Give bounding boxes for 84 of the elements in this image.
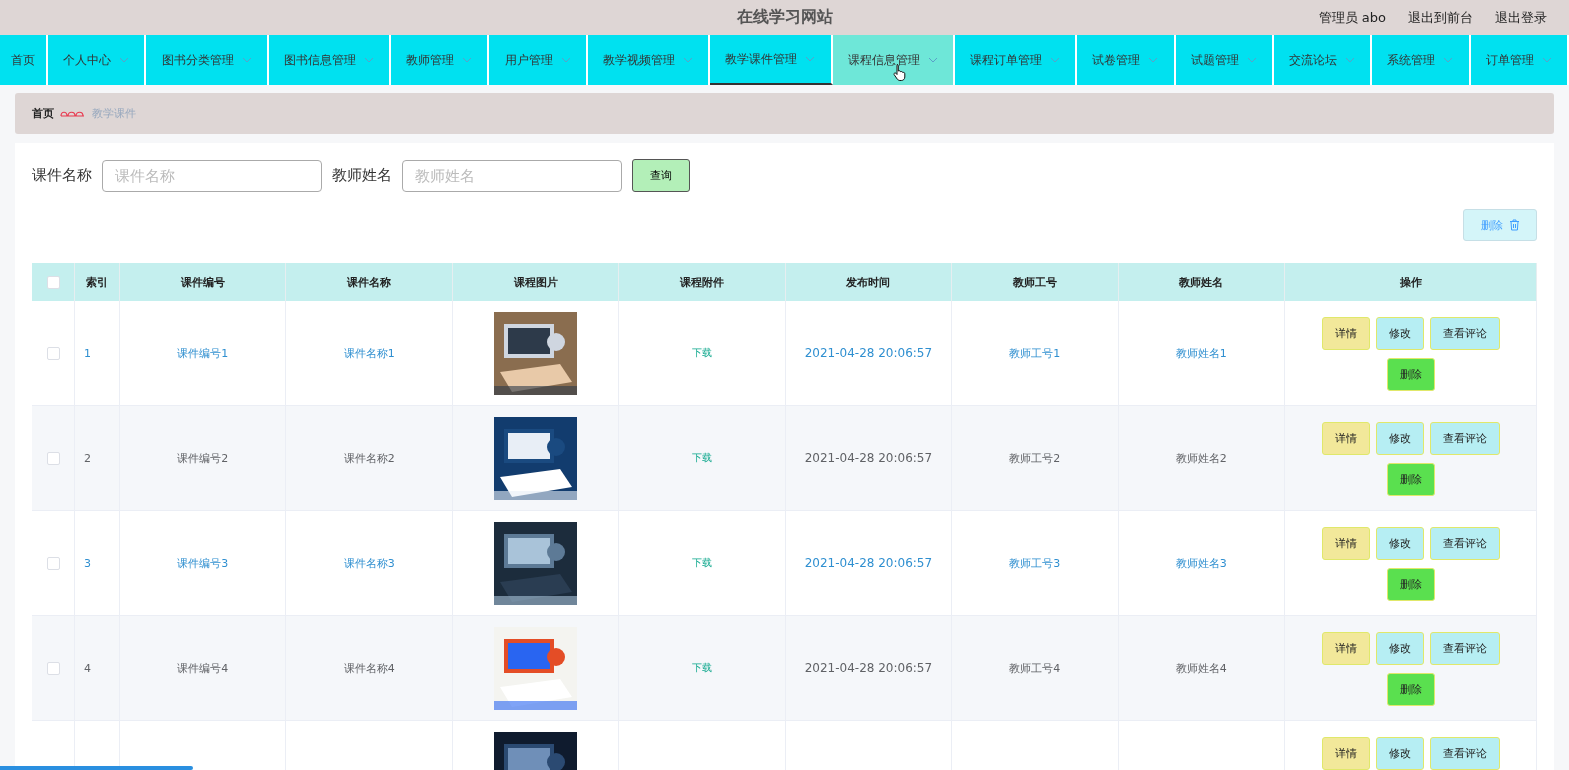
column-header: 课程图片 xyxy=(452,263,619,301)
delete-button[interactable]: 删除 xyxy=(1386,673,1435,706)
column-header: 索引 xyxy=(74,263,120,301)
index-cell: 1 xyxy=(84,346,91,360)
column-header: 操作 xyxy=(1284,263,1537,301)
header-link[interactable]: 退出登录 xyxy=(1495,8,1547,27)
code-cell: 课件编号3 xyxy=(177,556,229,570)
column-header: 发布时间 xyxy=(785,263,952,301)
index-cell: 4 xyxy=(84,661,91,675)
time-cell: 2021-04-28 20:06:57 xyxy=(804,556,933,570)
site-title: 在线学习网站 xyxy=(736,7,833,28)
comments-button[interactable]: 查看评论 xyxy=(1429,527,1500,560)
comments-button[interactable]: 查看评论 xyxy=(1429,632,1500,665)
row-checkbox[interactable] xyxy=(46,556,60,570)
teacher-id-cell: 教师工号4 xyxy=(1009,661,1061,675)
nav-tab[interactable]: 个人中心 xyxy=(48,35,147,85)
header-link[interactable]: 退出到前台 xyxy=(1408,8,1473,27)
teacher-id-cell: 教师工号2 xyxy=(1009,451,1061,465)
teacher-id-cell: 教师工号3 xyxy=(1009,556,1061,570)
search-field[interactable]: 课件名称 xyxy=(102,159,322,192)
column-header: 教师工号 xyxy=(951,263,1119,301)
nav-tab[interactable]: 试卷管理 xyxy=(1077,35,1176,85)
name-cell: 课件名称1 xyxy=(343,346,395,360)
edit-button[interactable]: 修改 xyxy=(1375,632,1424,665)
nav-tab[interactable]: 课程信息管理 xyxy=(832,35,955,85)
column-header: 课件编号 xyxy=(119,263,286,301)
index-cell: 3 xyxy=(84,556,91,570)
separator-icon xyxy=(60,109,86,118)
code-cell: 课件编号4 xyxy=(177,661,229,675)
column-header: 课件名称 xyxy=(285,263,453,301)
edit-button[interactable]: 修改 xyxy=(1375,737,1424,770)
time-cell: 2021-04-28 20:06:57 xyxy=(804,661,933,675)
nav-tab[interactable]: 课程订单管理 xyxy=(954,35,1078,85)
nav-tab[interactable]: 系统管理 xyxy=(1372,35,1471,85)
search-field[interactable]: 教师姓名 xyxy=(402,159,622,192)
nav-tab[interactable]: 教学视频管理 xyxy=(587,35,711,85)
row-checkbox[interactable] xyxy=(46,661,60,675)
code-cell: 课件编号1 xyxy=(177,346,229,360)
nav-tab[interactable]: 图书分类管理 xyxy=(146,35,269,85)
teacher-id-cell: 教师工号1 xyxy=(1009,346,1061,360)
edit-button[interactable]: 修改 xyxy=(1375,422,1424,455)
teacher-name-cell: 教师姓名1 xyxy=(1175,346,1227,360)
detail-button[interactable]: 详情 xyxy=(1321,632,1370,665)
column-header: 教师姓名 xyxy=(1118,263,1285,301)
name-cell: 课件名称2 xyxy=(343,451,395,465)
delete-button[interactable]: 删除 xyxy=(1386,358,1435,391)
detail-button[interactable]: 详情 xyxy=(1321,317,1370,350)
delete-button[interactable]: 删除 xyxy=(1386,463,1435,496)
comments-button[interactable]: 查看评论 xyxy=(1429,422,1500,455)
trash-icon xyxy=(1508,219,1520,231)
comments-button[interactable]: 查看评论 xyxy=(1429,737,1500,770)
row-checkbox[interactable] xyxy=(46,451,60,465)
column-header: 课程附件 xyxy=(618,263,786,301)
search-button[interactable]: 查询 xyxy=(632,159,690,192)
comments-button[interactable]: 查看评论 xyxy=(1429,317,1500,350)
edit-button[interactable]: 修改 xyxy=(1375,317,1424,350)
nav-tab[interactable]: 首页 xyxy=(0,35,48,85)
teacher-name-cell: 教师姓名3 xyxy=(1175,556,1227,570)
teacher-name-cell: 教师姓名2 xyxy=(1175,451,1227,465)
edit-button[interactable]: 修改 xyxy=(1375,527,1424,560)
detail-button[interactable]: 详情 xyxy=(1321,422,1370,455)
teacher-name-cell: 教师姓名4 xyxy=(1175,661,1227,675)
nav-tab[interactable]: 图书信息管理 xyxy=(268,35,392,85)
field-label: 教师姓名 xyxy=(332,166,392,185)
breadcrumb-home[interactable]: 首页 xyxy=(32,106,54,121)
code-cell: 课件编号2 xyxy=(177,451,229,465)
delete-button[interactable]: 删除 xyxy=(1386,568,1435,601)
breadcrumb-current: 教学课件 xyxy=(92,106,136,121)
detail-button[interactable]: 详情 xyxy=(1321,527,1370,560)
select-all-checkbox[interactable] xyxy=(46,275,60,289)
row-checkbox[interactable] xyxy=(46,346,60,360)
name-cell: 课件名称3 xyxy=(343,556,395,570)
time-cell: 2021-04-28 20:06:57 xyxy=(804,451,933,465)
name-cell: 课件名称4 xyxy=(343,661,395,675)
time-cell: 2021-04-28 20:06:57 xyxy=(804,346,933,360)
nav-tab[interactable]: 试题管理 xyxy=(1175,35,1274,85)
detail-button[interactable]: 详情 xyxy=(1321,737,1370,770)
index-cell: 2 xyxy=(84,451,91,465)
nav-tab[interactable]: 订单管理 xyxy=(1470,35,1569,85)
nav-tab[interactable]: 教师管理 xyxy=(391,35,490,85)
field-label: 课件名称 xyxy=(32,166,92,185)
header-link[interactable]: 管理员 abo xyxy=(1318,8,1386,27)
nav-tab[interactable]: 用户管理 xyxy=(489,35,588,85)
nav-tab[interactable]: 交流论坛 xyxy=(1273,35,1373,85)
